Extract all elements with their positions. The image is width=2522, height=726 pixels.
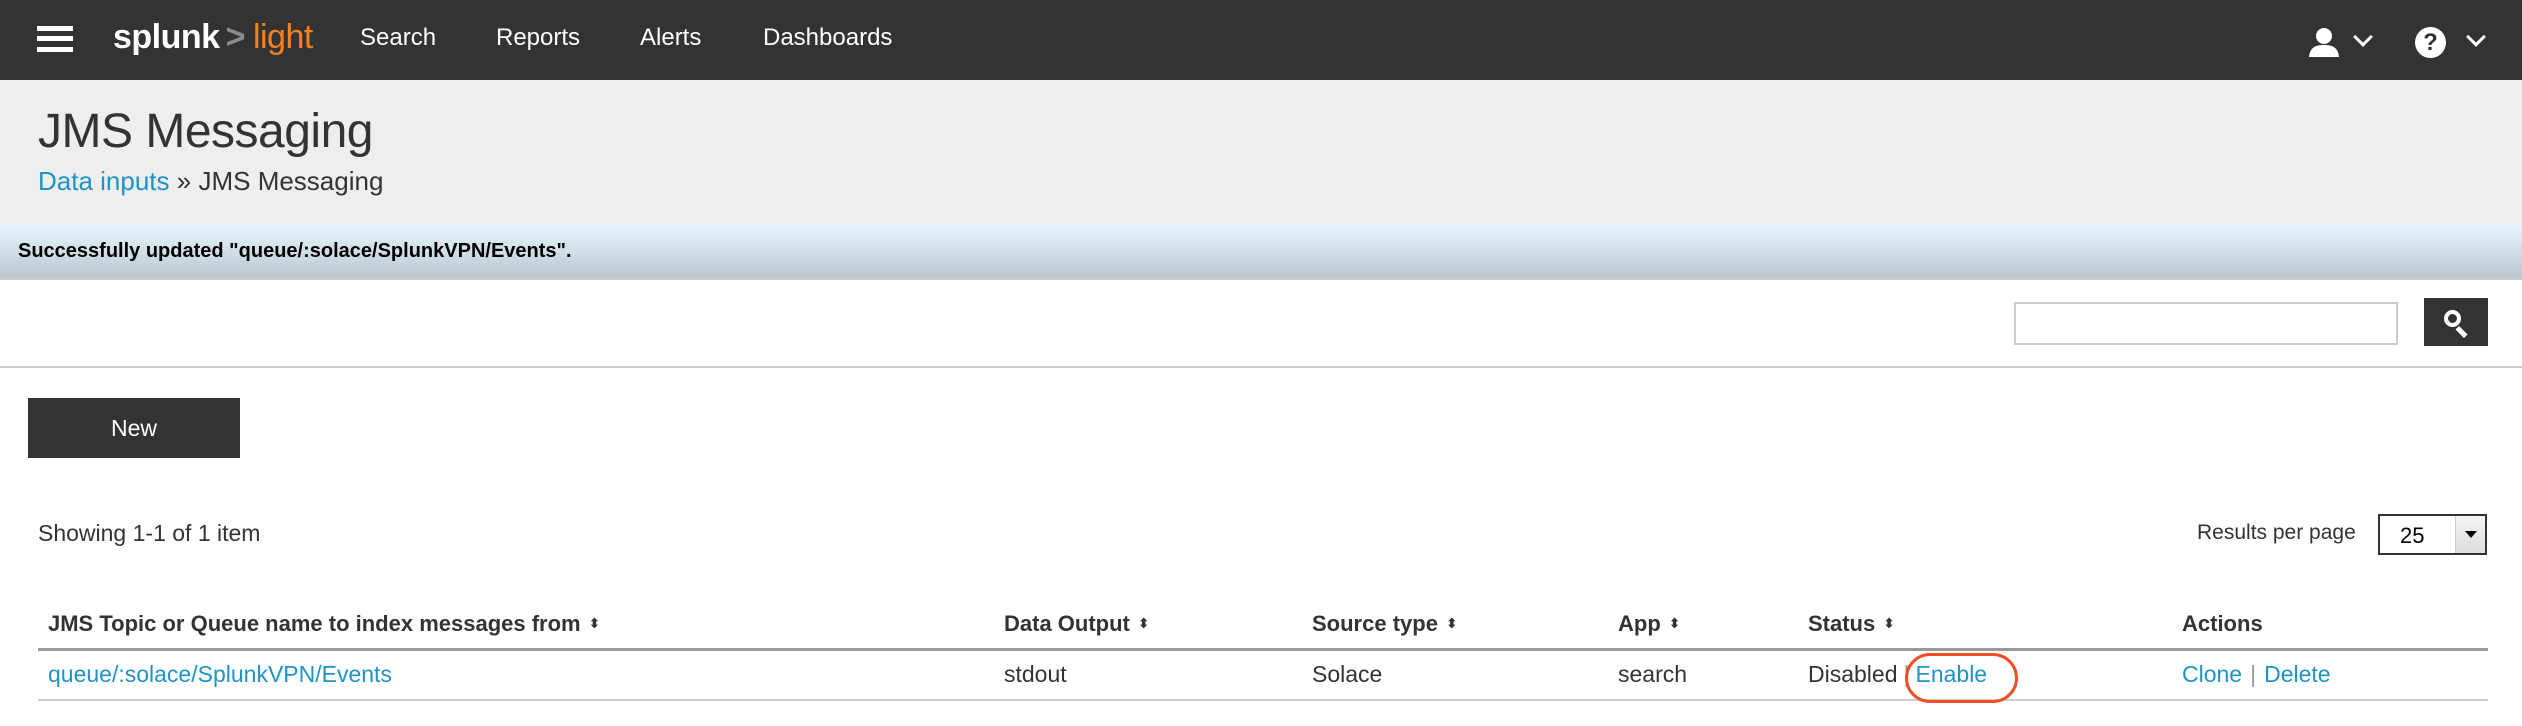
delete-link[interactable]: Delete [2264,661,2330,687]
sort-icon: ⬍ [1137,615,1150,631]
sort-icon: ⬍ [588,615,601,631]
status-cell: Disabled | Enable [1808,661,1987,688]
splunk-light-logo[interactable]: splunk > light [113,18,313,57]
column-header-status[interactable]: Status ⬍ [1808,611,1895,637]
separator: | [1903,661,1910,687]
table-row: queue/:solace/SplunkVPN/Events stdout So… [38,651,2488,703]
page-header: JMS Messaging Data inputs » JMS Messagin… [0,80,2522,224]
column-label: App [1618,611,1661,636]
clone-link[interactable]: Clone [2182,661,2242,687]
nav-alerts[interactable]: Alerts [640,24,701,52]
status-text: Disabled [1808,661,1898,687]
sort-icon: ⬍ [1668,615,1681,631]
nav-search[interactable]: Search [360,24,436,52]
success-message-text: Successfully updated "queue/:solace/Splu… [18,240,572,262]
search-icon-handle [2455,325,2468,339]
app-cell: search [1618,661,1688,687]
nav-dashboards[interactable]: Dashboards [763,24,892,52]
input-name-link[interactable]: queue/:solace/SplunkVPN/Events [48,661,392,688]
breadcrumb-separator: » [176,166,192,196]
column-header-source-type[interactable]: Source type ⬍ [1312,611,1458,637]
breadcrumb-current: JMS Messaging [198,166,384,196]
enable-link[interactable]: Enable [1915,661,1987,687]
logo-brand: splunk [113,18,220,56]
column-label: Actions [2182,611,2263,636]
page-title: JMS Messaging [38,105,373,158]
sort-icon: ⬍ [1883,615,1895,631]
new-button[interactable]: New [28,398,240,458]
column-label: Source type [1312,611,1438,636]
nav-reports[interactable]: Reports [496,24,580,52]
column-header-data-output[interactable]: Data Output ⬍ [1004,611,1150,637]
column-header-app[interactable]: App ⬍ [1618,611,1681,637]
search-button[interactable] [2424,298,2488,346]
top-navigation-bar: splunk > light Search Reports Alerts Dashb… [0,0,2522,80]
sort-icon: ⬍ [1445,615,1458,631]
dropdown-arrow-icon [2455,516,2485,553]
column-label: Status [1808,611,1876,636]
user-menu[interactable] [2308,24,2378,58]
filter-input[interactable] [2014,302,2398,345]
results-per-page-label: Results per page [2197,521,2356,544]
help-icon: ? [2415,27,2446,58]
help-menu[interactable]: ? [2415,24,2490,58]
logo-chevron: > [225,18,246,56]
actions-cell: Clone | Delete [2182,661,2331,688]
column-label: JMS Topic or Queue name to index message… [48,611,581,636]
chevron-down-icon [2466,27,2486,47]
filter-row [0,283,2522,368]
search-icon [2444,310,2461,327]
logo-product: light [252,18,313,56]
column-label: Data Output [1004,611,1130,636]
results-per-page-value: 25 [2400,523,2425,548]
showing-count: Showing 1-1 of 1 item [38,520,261,546]
results-per-page-select[interactable]: 25 [2378,514,2487,555]
column-header-actions: Actions [2182,611,2263,637]
chevron-down-icon [2353,27,2373,47]
table-header: JMS Topic or Queue name to index message… [38,600,2488,651]
user-icon [2309,28,2339,57]
hamburger-menu-icon[interactable] [37,26,73,52]
column-header-name[interactable]: JMS Topic or Queue name to index message… [48,611,600,637]
breadcrumb: Data inputs » JMS Messaging [38,166,383,197]
inputs-table: JMS Topic or Queue name to index message… [38,600,2488,703]
separator: | [2250,661,2257,687]
breadcrumb-data-inputs-link[interactable]: Data inputs [38,166,170,196]
success-message-bar: Successfully updated "queue/:solace/Splu… [0,224,2522,280]
data-output-cell: stdout [1004,661,1067,687]
source-type-cell: Solace [1312,661,1383,687]
